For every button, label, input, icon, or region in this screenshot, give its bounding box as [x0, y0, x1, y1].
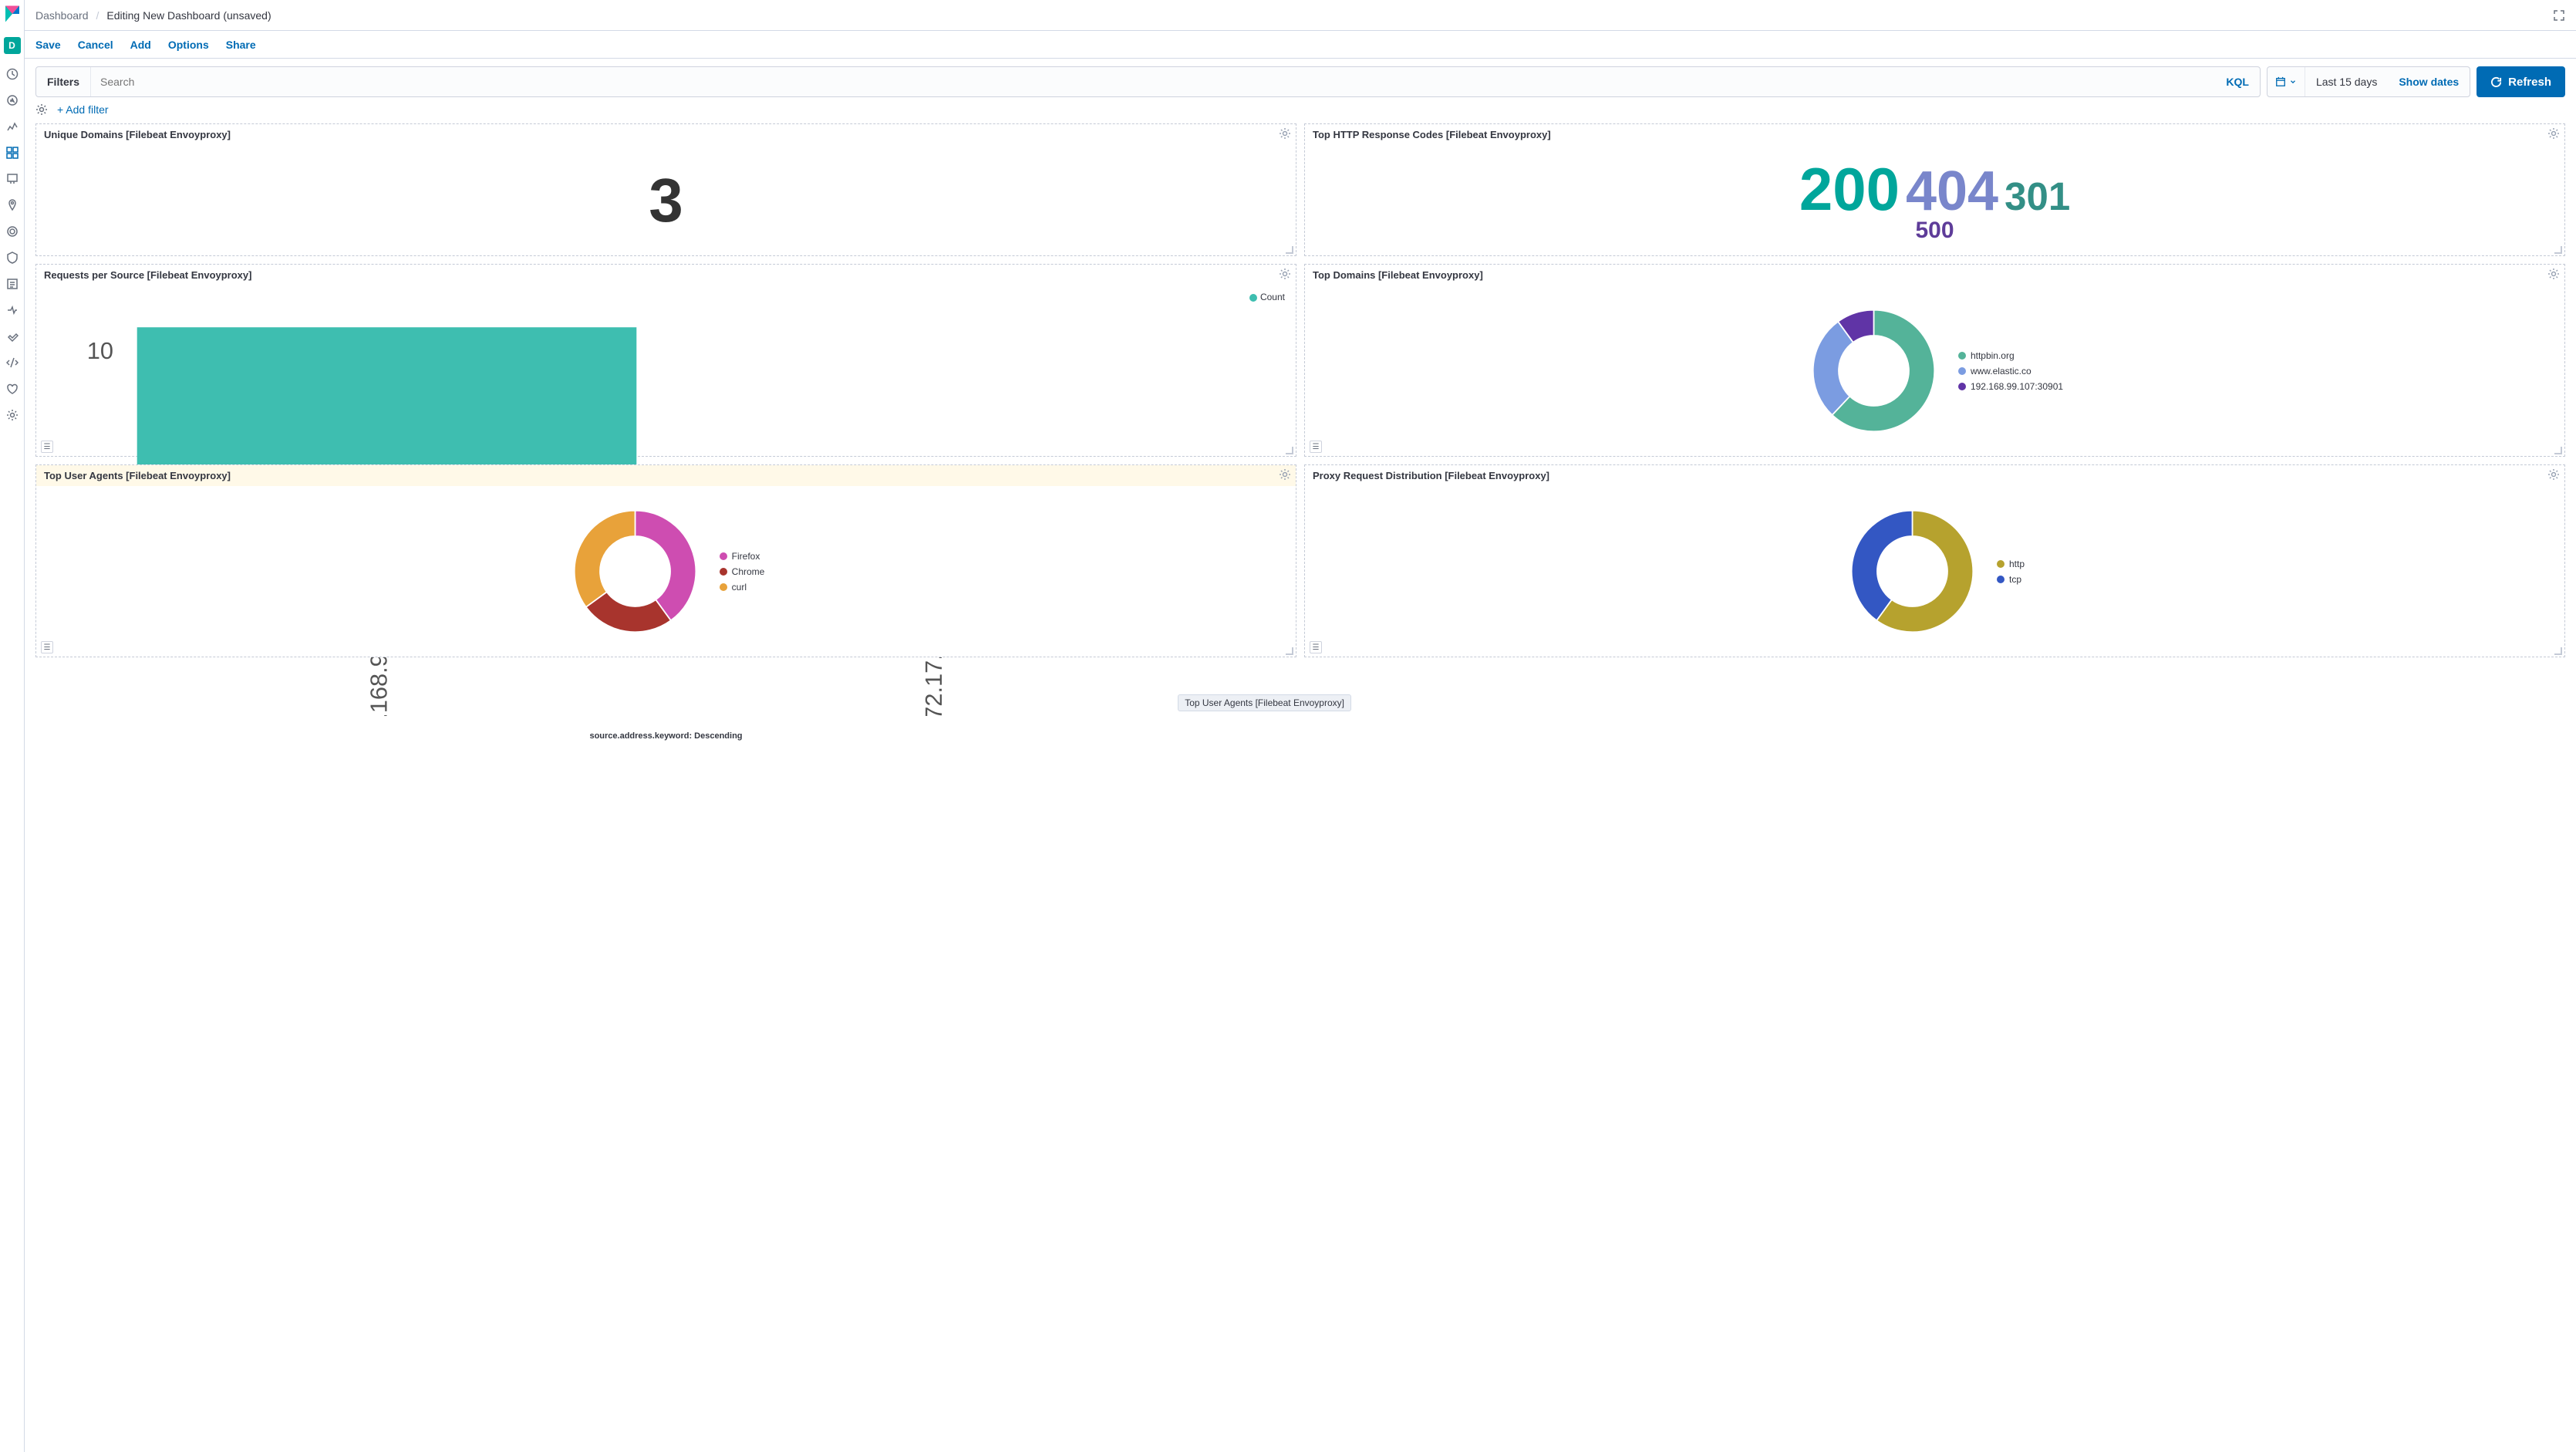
resize-handle[interactable]: [1286, 447, 1293, 454]
donut-chart: [1845, 504, 1980, 639]
tag-cloud: 200404301500: [1796, 159, 2073, 242]
breadcrumb-sep: /: [96, 9, 99, 22]
ml-icon[interactable]: [6, 225, 19, 238]
calendar-button[interactable]: [2267, 67, 2305, 96]
panel-title: Requests per Source [Filebeat Envoyproxy…: [44, 269, 251, 281]
donut-chart: [568, 504, 703, 639]
dev-tools-icon[interactable]: [6, 356, 19, 369]
panel-user-agents[interactable]: Top User Agents [Filebeat Envoyproxy] Fi…: [35, 464, 1296, 657]
hover-tooltip: Top User Agents [Filebeat Envoyproxy]: [1178, 694, 1351, 711]
logs-icon[interactable]: [6, 278, 19, 290]
panel-gear-icon[interactable]: [2547, 127, 2560, 140]
recent-icon[interactable]: [6, 68, 19, 80]
donut-legend: httpbin.orgwww.elastic.co192.168.99.107:…: [1958, 350, 2063, 392]
panel-title: Top HTTP Response Codes [Filebeat Envoyp…: [1313, 129, 1551, 140]
x-axis-label: source.address.keyword: Descending: [36, 731, 1296, 741]
filter-settings-icon[interactable]: [35, 103, 48, 116]
panel-req-source[interactable]: Requests per Source [Filebeat Envoyproxy…: [35, 264, 1296, 457]
panel-gear-icon[interactable]: [1279, 468, 1291, 481]
panel-title: Proxy Request Distribution [Filebeat Env…: [1313, 470, 1549, 481]
panel-title: Unique Domains [Filebeat Envoyproxy]: [44, 129, 231, 140]
panel-proxy-dist[interactable]: Proxy Request Distribution [Filebeat Env…: [1304, 464, 2565, 657]
filters-label[interactable]: Filters: [36, 67, 91, 96]
chevron-down-icon: [2289, 78, 2297, 86]
date-range[interactable]: Last 15 days: [2305, 76, 2388, 88]
breadcrumb: Dashboard / Editing New Dashboard (unsav…: [25, 0, 2576, 31]
filter-row: Filters KQL Last 15 days Show dates Refr…: [25, 59, 2576, 97]
resize-handle[interactable]: [2554, 246, 2562, 254]
refresh-icon: [2490, 76, 2502, 88]
add-link[interactable]: Add: [130, 39, 151, 51]
edit-menu: Save Cancel Add Options Share: [25, 31, 2576, 59]
breadcrumb-root[interactable]: Dashboard: [35, 9, 89, 22]
cancel-link[interactable]: Cancel: [78, 39, 113, 51]
kibana-logo[interactable]: [3, 5, 22, 23]
visualize-icon[interactable]: [6, 120, 19, 133]
query-bar: Filters KQL: [35, 66, 2261, 97]
resize-handle[interactable]: [2554, 447, 2562, 454]
save-link[interactable]: Save: [35, 39, 61, 51]
options-link[interactable]: Options: [168, 39, 209, 51]
management-icon[interactable]: [6, 409, 19, 421]
legend-toggle-icon[interactable]: ☰: [1310, 641, 1322, 653]
donut-chart: [1806, 303, 1941, 438]
dashboard-icon[interactable]: [6, 147, 19, 159]
monitoring-icon[interactable]: [6, 383, 19, 395]
panel-gear-icon[interactable]: [1279, 268, 1291, 280]
bar-legend: Count: [1249, 292, 1285, 302]
add-filter-row: + Add filter: [25, 97, 2576, 123]
refresh-button[interactable]: Refresh: [2477, 66, 2565, 97]
show-dates[interactable]: Show dates: [2388, 76, 2470, 88]
panel-gear-icon[interactable]: [2547, 468, 2560, 481]
infra-icon[interactable]: [6, 252, 19, 264]
panel-unique-domains[interactable]: Unique Domains [Filebeat Envoyproxy] 3: [35, 123, 1296, 256]
panel-gear-icon[interactable]: [2547, 268, 2560, 280]
add-filter-link[interactable]: + Add filter: [57, 103, 109, 116]
legend-toggle-icon[interactable]: ☰: [1310, 441, 1322, 453]
canvas-icon[interactable]: [6, 173, 19, 185]
refresh-label: Refresh: [2508, 76, 2551, 89]
apm-icon[interactable]: [6, 304, 19, 316]
panel-resp-codes[interactable]: Top HTTP Response Codes [Filebeat Envoyp…: [1304, 123, 2565, 256]
legend-toggle-icon[interactable]: ☰: [41, 441, 53, 453]
share-link[interactable]: Share: [226, 39, 256, 51]
fullscreen-icon[interactable]: [2553, 9, 2565, 22]
query-lang[interactable]: KQL: [2215, 76, 2260, 88]
breadcrumb-current: Editing New Dashboard (unsaved): [106, 9, 271, 22]
donut-legend: FirefoxChromecurl: [720, 551, 765, 593]
resize-handle[interactable]: [1286, 647, 1293, 655]
panel-title: Top Domains [Filebeat Envoyproxy]: [1313, 269, 1483, 281]
metric-value: 3: [649, 165, 683, 236]
discover-icon[interactable]: [6, 94, 19, 106]
panel-gear-icon[interactable]: [1279, 127, 1291, 140]
side-nav: D: [0, 0, 25, 1452]
donut-legend: httptcp: [1997, 559, 2025, 585]
panel-title: Top User Agents [Filebeat Envoyproxy]: [44, 470, 231, 481]
date-picker: Last 15 days Show dates: [2267, 66, 2470, 97]
resize-handle[interactable]: [1286, 246, 1293, 254]
dashboard-grid: Unique Domains [Filebeat Envoyproxy] 3 T…: [25, 123, 2576, 1452]
legend-label: Count: [1260, 292, 1285, 302]
uptime-icon[interactable]: [6, 330, 19, 343]
app-badge-dashboard[interactable]: D: [4, 37, 21, 54]
legend-toggle-icon[interactable]: ☰: [41, 641, 53, 653]
resize-handle[interactable]: [2554, 647, 2562, 655]
search-input[interactable]: [91, 67, 2215, 96]
maps-icon[interactable]: [6, 199, 19, 211]
svg-text:10: 10: [87, 337, 113, 364]
main-column: Dashboard / Editing New Dashboard (unsav…: [25, 0, 2576, 1452]
panel-top-domains[interactable]: Top Domains [Filebeat Envoyproxy] httpbi…: [1304, 264, 2565, 457]
